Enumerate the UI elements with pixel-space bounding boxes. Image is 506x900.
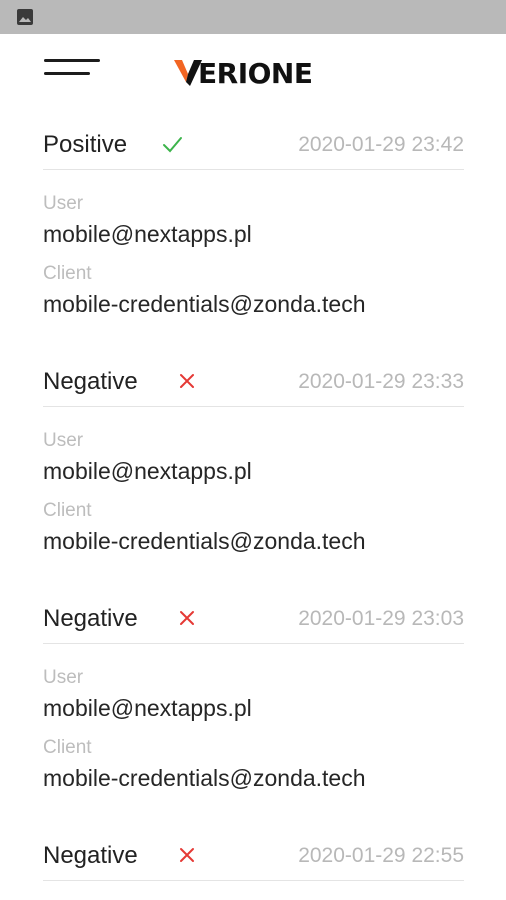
entry-header: Negative 2020-01-29 22:55 xyxy=(43,840,464,880)
logo-text: ERIONE xyxy=(198,56,313,90)
entry-header: Positive 2020-01-29 23:42 xyxy=(43,129,464,169)
status-bar xyxy=(0,0,506,34)
divider xyxy=(43,643,464,644)
cross-icon xyxy=(180,611,194,625)
status-text: Negative xyxy=(43,605,138,632)
client-value: mobile-credentials@zonda.tech xyxy=(43,528,366,554)
menu-button[interactable] xyxy=(44,57,102,79)
menu-icon xyxy=(44,59,100,62)
app-bar: ERIONE xyxy=(0,34,506,114)
user-value: mobile@nextapps.pl xyxy=(43,221,252,247)
user-label: User xyxy=(43,667,84,688)
app-logo: ERIONE xyxy=(174,56,313,90)
user-label: User xyxy=(43,193,84,214)
timestamp: 2020-01-29 23:03 xyxy=(298,607,464,630)
user-label: User xyxy=(43,430,84,451)
status-text: Negative xyxy=(43,842,138,869)
check-icon xyxy=(163,137,182,153)
cross-icon xyxy=(180,848,194,862)
divider xyxy=(43,406,464,407)
entry-header: Negative 2020-01-29 23:03 xyxy=(43,603,464,643)
client-label: Client xyxy=(43,263,92,284)
status-text: Negative xyxy=(43,368,138,395)
status-text: Positive xyxy=(43,131,128,158)
menu-icon-line xyxy=(44,72,90,75)
client-value: mobile-credentials@zonda.tech xyxy=(43,765,366,791)
user-value: mobile@nextapps.pl xyxy=(43,458,252,484)
user-value: mobile@nextapps.pl xyxy=(43,695,252,721)
timestamp: 2020-01-29 23:33 xyxy=(298,370,464,393)
client-value: mobile-credentials@zonda.tech xyxy=(43,291,366,317)
entry-header: Negative 2020-01-29 23:33 xyxy=(43,366,464,406)
timestamp: 2020-01-29 23:42 xyxy=(298,133,464,156)
cross-icon xyxy=(180,374,194,388)
client-label: Client xyxy=(43,500,92,521)
client-label: Client xyxy=(43,737,92,758)
divider xyxy=(43,169,464,170)
timestamp: 2020-01-29 22:55 xyxy=(298,844,464,867)
image-icon xyxy=(17,9,33,25)
divider xyxy=(43,880,464,881)
